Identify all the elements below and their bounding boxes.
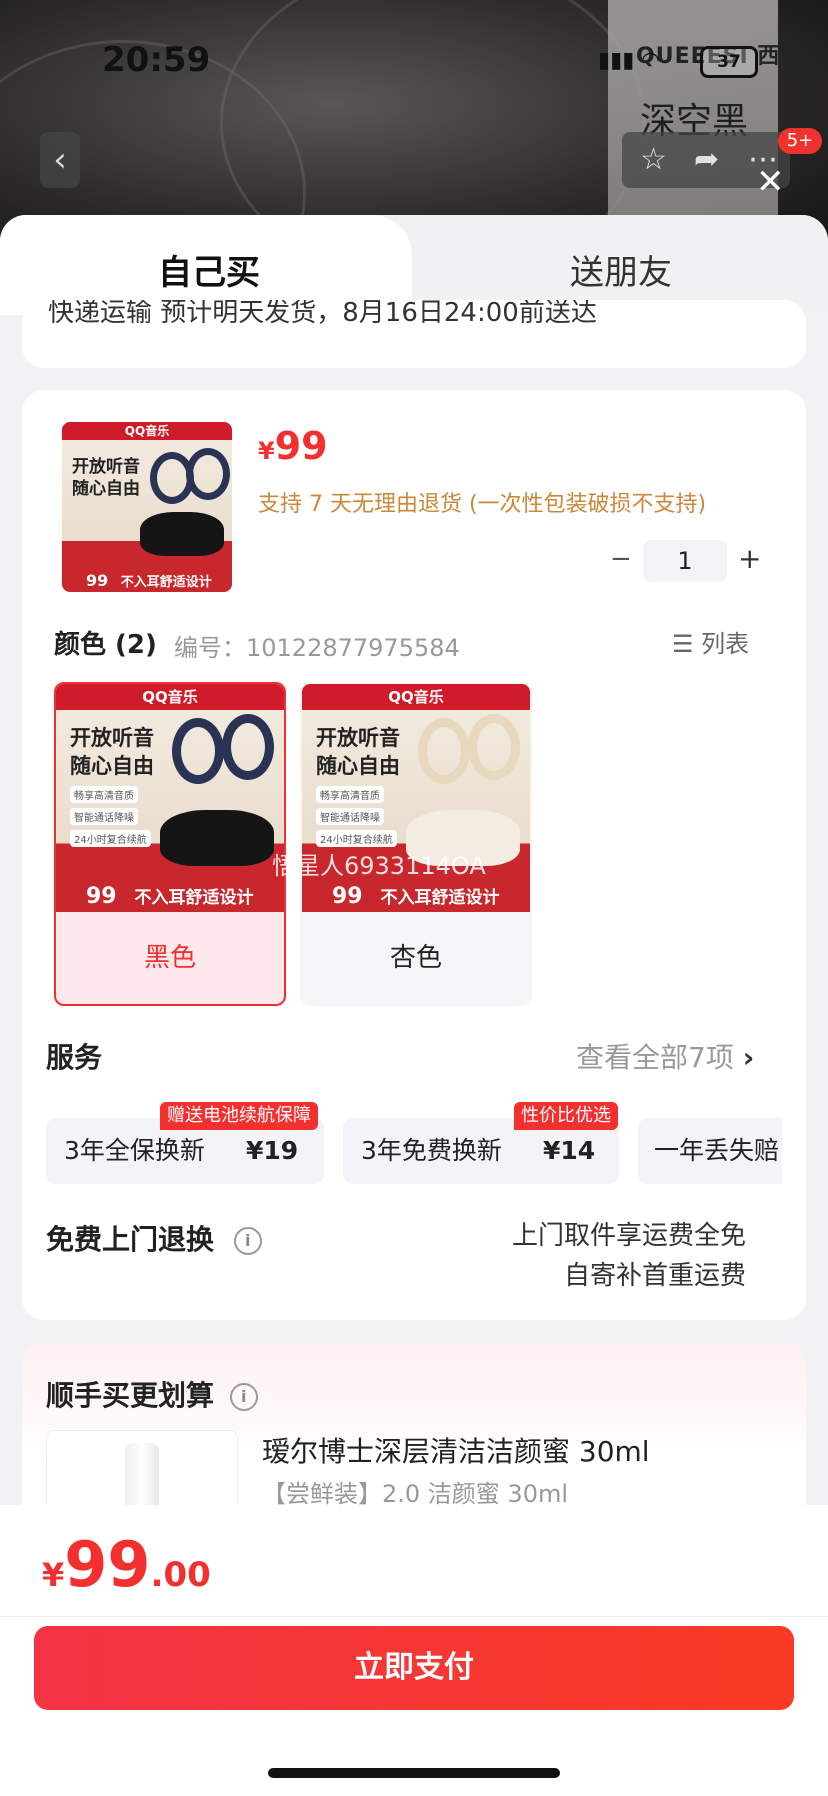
shipping-text: 快递运输 预计明天发货，8月16日24:00前送达 (48, 300, 597, 328)
thumb-footer-text: 不入耳舒适设计 (120, 575, 212, 590)
bottle-graphic (125, 1443, 159, 1513)
product-thumbnail[interactable]: QQ音乐 开放听音 随心自由 99 不入耳舒适设计 (62, 422, 232, 592)
thumb-brand: QQ音乐 (302, 684, 530, 710)
chevron-left-icon: ‹ (53, 140, 67, 180)
door-service-desc: 上门取件享运费全免 自寄补首重运费 (496, 1216, 746, 1296)
product-code: 编号：10122877975584 (174, 628, 460, 663)
home-indicator (268, 1768, 560, 1778)
quantity-input[interactable]: 1 (643, 540, 727, 582)
services-view-all[interactable]: 查看全部7项 › (576, 1036, 754, 1076)
addon-product-title[interactable]: 瑷尔博士深层清洁洁颜蜜 30ml (262, 1430, 650, 1470)
thumb-feature: 智能通话降噪 (70, 808, 138, 825)
service-option[interactable]: 一年丢失赔 (638, 1118, 782, 1184)
service-name: 3年免费换新 (361, 1136, 502, 1165)
thumb-feature: 畅享高清音质 (70, 786, 138, 803)
signal-wifi-icon: ▮▮▮ ◠ (598, 48, 659, 73)
case-graphic (160, 810, 274, 866)
star-icon[interactable]: ☆ (640, 142, 667, 177)
pay-now-button[interactable]: 立即支付 (34, 1626, 794, 1710)
thumb-line2: 随心自由 (72, 479, 140, 499)
thumb-footer-price: 99 (86, 884, 117, 909)
price-value: 99 (274, 424, 328, 468)
door-service-line2: 自寄补首重运费 (563, 1261, 746, 1291)
code-value: 10122877975584 (246, 634, 460, 662)
total-dec: .00 (150, 1555, 211, 1595)
thumb-brand: QQ音乐 (56, 684, 284, 710)
service-name: 3年全保换新 (64, 1136, 205, 1165)
back-button[interactable]: ‹ (40, 132, 80, 188)
thumb-line1: 开放听音 (70, 726, 154, 750)
color-option-apricot[interactable]: QQ音乐 开放听音 随心自由 畅享高清音质 智能通话降噪 24小时复合续航 99… (300, 682, 532, 1006)
product-price: ¥99 (258, 424, 328, 468)
addon-product-sub: 【尝鲜装】2.0 洁颜蜜 30ml (262, 1480, 569, 1508)
color-name-black: 黑色 (143, 943, 196, 973)
divider (0, 1616, 828, 1617)
addon-product-image[interactable] (46, 1430, 238, 1513)
info-icon[interactable]: i (233, 1227, 262, 1255)
share-icon[interactable]: ➦ (694, 142, 719, 177)
case-graphic (140, 512, 224, 556)
view-all-label: 查看全部7项 (576, 1041, 734, 1074)
status-time: 20:59 (102, 40, 211, 80)
earbud-graphic (172, 718, 224, 784)
shipping-card: 快递运输 预计明天发货，8月16日24:00前送达 (22, 300, 806, 368)
total-currency: ¥ (42, 1556, 65, 1594)
color-image-black: QQ音乐 开放听音 随心自由 畅享高清音质 智能通话降噪 24小时复合续航 99… (56, 684, 284, 912)
earbud-graphic (418, 718, 470, 784)
battery-icon: 37 (700, 46, 758, 78)
thumb-line2: 随心自由 (70, 754, 154, 778)
list-icon: ☰ (672, 630, 694, 658)
addon-title-label: 顺手买更划算 (46, 1379, 215, 1412)
thumb-footer-price: 99 (332, 884, 363, 909)
service-name: 一年丢失赔 (654, 1136, 780, 1165)
color-option-black[interactable]: QQ音乐 开放听音 随心自由 畅享高清音质 智能通话降噪 24小时复合续航 99… (54, 682, 286, 1006)
thumb-feature: 畅享高清音质 (316, 786, 384, 803)
thumb-line1: 开放听音 (316, 726, 400, 750)
thumb-footer: 99 不入耳舒适设计 (62, 570, 232, 592)
service-tag: 赠送电池续航保障 (160, 1102, 318, 1130)
list-view-toggle[interactable]: ☰ 列表 (672, 624, 749, 659)
return-policy: 支持 7 天无理由退货 (一次性包装破损不支持) (258, 492, 707, 517)
list-label: 列表 (701, 630, 750, 658)
info-icon[interactable]: i (229, 1383, 258, 1411)
close-icon[interactable]: ✕ (756, 162, 785, 202)
thumb-brand: QQ音乐 (62, 422, 232, 440)
thumb-footer-price: 99 (86, 571, 109, 590)
thumb-feature: 24小时复合续航 (316, 830, 397, 847)
earbud-graphic (186, 448, 230, 500)
door-service-label: 免费上门退换 (46, 1223, 215, 1256)
door-service-line1: 上门取件享运费全免 (511, 1221, 746, 1251)
addon-title: 顺手买更划算 i (46, 1374, 258, 1414)
services-title: 服务 (46, 1041, 103, 1074)
earbud-graphic (222, 714, 274, 780)
door-service-title: 免费上门退换 i (46, 1218, 262, 1258)
thumb-feature: 智能通话降噪 (316, 808, 384, 825)
tab-gift[interactable]: 送朋友 (570, 245, 672, 294)
color-name-apricot: 杏色 (389, 943, 442, 973)
thumb-footer-text: 不入耳舒适设计 (380, 888, 500, 908)
chevron-right-icon: › (742, 1041, 755, 1074)
service-tag: 性价比优选 (514, 1102, 618, 1130)
price-currency: ¥ (258, 437, 275, 465)
thumb-footer: 99 不入耳舒适设计 (56, 882, 284, 912)
earbud-graphic (468, 714, 520, 780)
thumb-footer-text: 不入耳舒适设计 (134, 888, 254, 908)
thumb-footer: 99 不入耳舒适设计 (302, 882, 530, 912)
tab-buy-self[interactable]: 自己买 (158, 245, 260, 294)
qty-minus-button[interactable]: − (610, 544, 632, 574)
watermark-text: 悟星人6933114OA (272, 852, 486, 880)
thumb-feature: 24小时复合续航 (70, 830, 151, 847)
qty-plus-button[interactable]: + (738, 542, 761, 575)
thumb-line2: 随心自由 (316, 754, 400, 778)
total-price: ¥99.00 (42, 1528, 211, 1601)
code-label: 编号： (174, 634, 246, 662)
color-label: 颜色 (2) (54, 630, 157, 660)
total-int: 99 (64, 1528, 151, 1601)
cart-badge: 5+ (778, 128, 822, 154)
